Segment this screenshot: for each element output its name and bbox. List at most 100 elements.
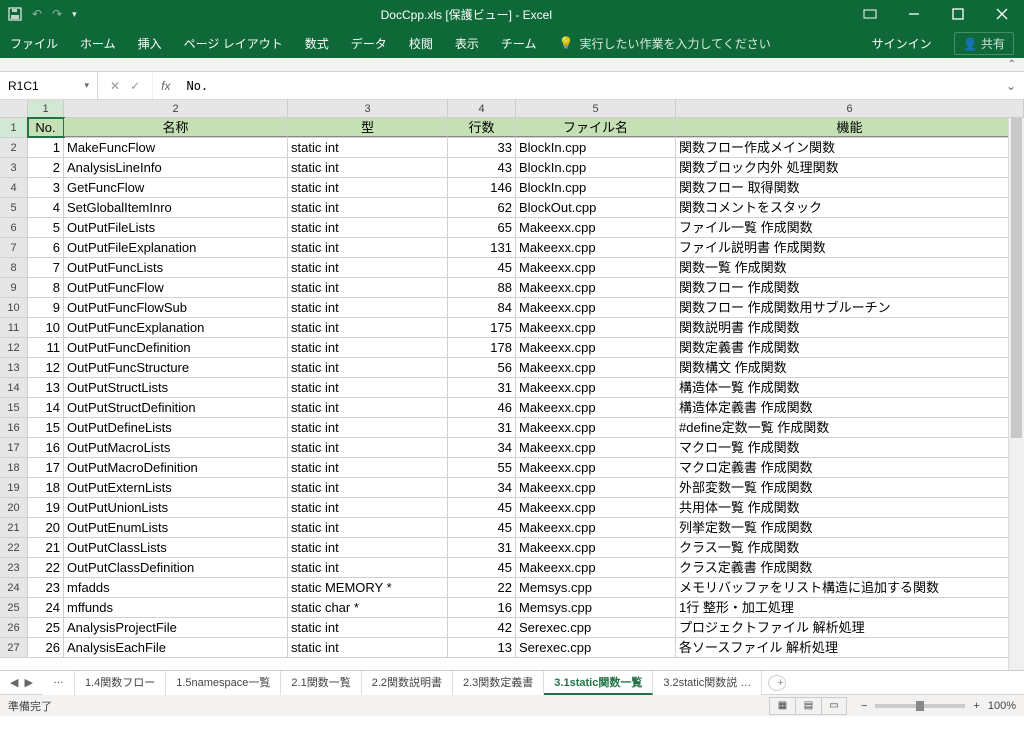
tab-review[interactable]: 校閲 (409, 35, 433, 52)
cell[interactable]: static int (288, 518, 448, 537)
col-header[interactable]: 4 (448, 100, 516, 117)
cell[interactable]: 機能 (676, 118, 1024, 137)
col-header[interactable]: 2 (64, 100, 288, 117)
tab-nav-prev-icon[interactable]: ◀ (10, 676, 18, 689)
cell[interactable]: 関数ブロック内外 処理関数 (676, 158, 1024, 177)
cell[interactable]: Makeexx.cpp (516, 258, 676, 277)
cell[interactable]: OutPutFuncFlow (64, 278, 288, 297)
tab-data[interactable]: データ (351, 35, 387, 52)
sheet-tab[interactable]: 1.4関数フロー (75, 671, 166, 695)
cell[interactable]: 16 (28, 438, 64, 457)
cell[interactable]: ファイル一覧 作成関数 (676, 218, 1024, 237)
row-header[interactable]: 8 (0, 258, 28, 277)
chevron-down-icon[interactable]: ▾ (84, 80, 89, 91)
cell[interactable]: 62 (448, 198, 516, 217)
cell[interactable]: #define定数一覧 作成関数 (676, 418, 1024, 437)
cell[interactable]: 18 (28, 478, 64, 497)
cell[interactable]: 各ソースファイル 解析処理 (676, 638, 1024, 657)
cell[interactable]: 178 (448, 338, 516, 357)
cell[interactable]: 13 (28, 378, 64, 397)
row-header[interactable]: 25 (0, 598, 28, 617)
cell[interactable]: 2 (28, 158, 64, 177)
cell[interactable]: 関数一覧 作成関数 (676, 258, 1024, 277)
tab-page-layout[interactable]: ページ レイアウト (184, 35, 283, 52)
enter-icon[interactable]: ✓ (130, 79, 140, 93)
cell[interactable]: 13 (448, 638, 516, 657)
cell[interactable]: 14 (28, 398, 64, 417)
cell[interactable]: 31 (448, 418, 516, 437)
cell[interactable]: Serexec.cpp (516, 618, 676, 637)
cell[interactable]: static int (288, 158, 448, 177)
row-header[interactable]: 20 (0, 498, 28, 517)
cell[interactable]: ファイル説明書 作成関数 (676, 238, 1024, 257)
cell[interactable]: 84 (448, 298, 516, 317)
cell[interactable]: OutPutFileLists (64, 218, 288, 237)
cell[interactable]: メモリバッファをリスト構造に追加する関数 (676, 578, 1024, 597)
cell[interactable]: 45 (448, 258, 516, 277)
formula-input[interactable]: No. (178, 79, 997, 93)
col-header[interactable]: 3 (288, 100, 448, 117)
maximize-icon[interactable] (936, 0, 980, 28)
cell[interactable]: クラス一覧 作成関数 (676, 538, 1024, 557)
cell[interactable]: 46 (448, 398, 516, 417)
cell[interactable]: Makeexx.cpp (516, 478, 676, 497)
cell[interactable]: static int (288, 438, 448, 457)
cell[interactable]: OutPutFuncExplanation (64, 318, 288, 337)
cell[interactable]: 9 (28, 298, 64, 317)
cell[interactable]: OutPutFileExplanation (64, 238, 288, 257)
cell[interactable]: OutPutClassDefinition (64, 558, 288, 577)
zoom-slider[interactable] (875, 704, 965, 708)
cell[interactable]: 共用体一覧 作成関数 (676, 498, 1024, 517)
signin-link[interactable]: サインイン (872, 35, 932, 52)
view-normal-icon[interactable]: ▦ (769, 697, 795, 715)
cell[interactable]: OutPutExternLists (64, 478, 288, 497)
cell[interactable]: 1 (28, 138, 64, 157)
vertical-scrollbar[interactable] (1008, 118, 1024, 670)
cell[interactable]: 31 (448, 538, 516, 557)
cell[interactable]: 17 (28, 458, 64, 477)
zoom-out-button[interactable]: − (861, 700, 867, 712)
cell[interactable]: 関数フロー作成メイン関数 (676, 138, 1024, 157)
cell[interactable]: 5 (28, 218, 64, 237)
cell[interactable]: OutPutFuncFlowSub (64, 298, 288, 317)
cell[interactable]: 外部変数一覧 作成関数 (676, 478, 1024, 497)
row-header[interactable]: 23 (0, 558, 28, 577)
cell[interactable]: 19 (28, 498, 64, 517)
cell[interactable]: static int (288, 458, 448, 477)
row-header[interactable]: 7 (0, 238, 28, 257)
cell[interactable]: 4 (28, 198, 64, 217)
cell[interactable]: Makeexx.cpp (516, 398, 676, 417)
zoom-in-button[interactable]: + (973, 700, 979, 712)
cell[interactable]: static int (288, 618, 448, 637)
col-header[interactable]: 1 (28, 100, 64, 117)
cell[interactable]: static int (288, 378, 448, 397)
cell[interactable]: クラス定義書 作成関数 (676, 558, 1024, 577)
view-page-layout-icon[interactable]: ▤ (795, 697, 821, 715)
row-header[interactable]: 19 (0, 478, 28, 497)
cell[interactable]: 88 (448, 278, 516, 297)
tab-home[interactable]: ホーム (80, 35, 116, 52)
cell[interactable]: mfadds (64, 578, 288, 597)
sheet-tab[interactable]: 1.5namespace一覧 (166, 671, 281, 695)
cell[interactable]: No. (28, 118, 64, 137)
cell[interactable]: static int (288, 358, 448, 377)
cell[interactable]: static int (288, 478, 448, 497)
cell[interactable]: 33 (448, 138, 516, 157)
cell[interactable]: OutPutStructLists (64, 378, 288, 397)
row-header[interactable]: 18 (0, 458, 28, 477)
cell[interactable]: OutPutEnumLists (64, 518, 288, 537)
cell[interactable]: 42 (448, 618, 516, 637)
cell[interactable]: Makeexx.cpp (516, 558, 676, 577)
cell[interactable]: 関数フロー 取得関数 (676, 178, 1024, 197)
cell[interactable]: BlockIn.cpp (516, 158, 676, 177)
row-header[interactable]: 14 (0, 378, 28, 397)
row-header[interactable]: 9 (0, 278, 28, 297)
share-button[interactable]: 👤 共有 (954, 32, 1014, 55)
cell[interactable]: 構造体一覧 作成関数 (676, 378, 1024, 397)
cell[interactable]: static int (288, 638, 448, 657)
tab-team[interactable]: チーム (501, 35, 537, 52)
save-icon[interactable] (8, 7, 22, 21)
cell[interactable]: 10 (28, 318, 64, 337)
cell[interactable]: Makeexx.cpp (516, 418, 676, 437)
cell[interactable]: Makeexx.cpp (516, 538, 676, 557)
